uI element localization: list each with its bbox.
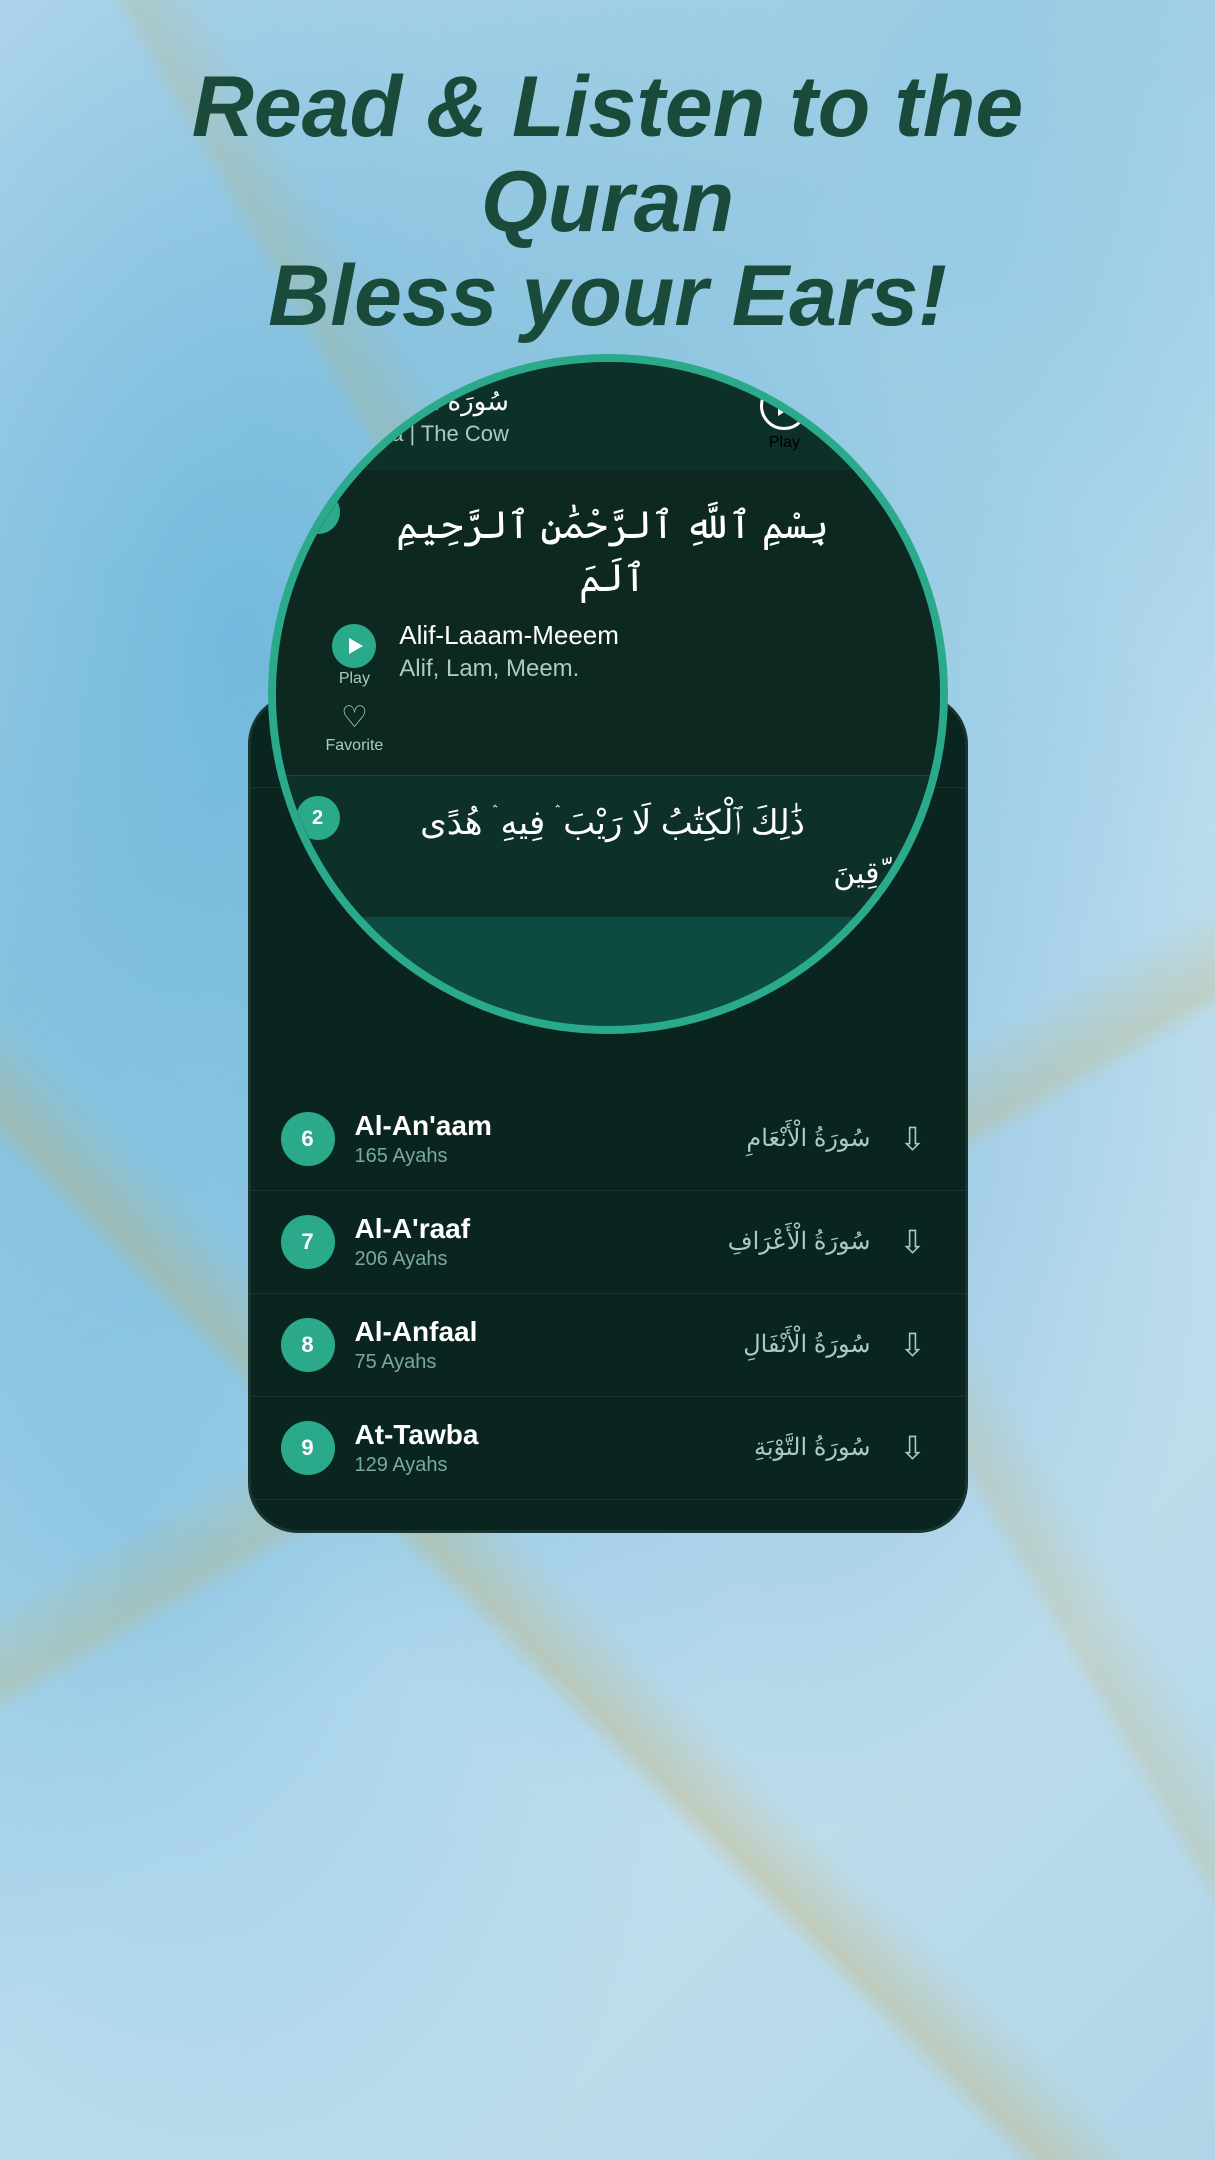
verse-1-transliteration: Alif-Laaam-Meeem — [399, 620, 909, 655]
verse-1-arabic: بِسْمِ ٱللَّهِ ٱلرَّحْمَٰنِ ٱلرَّحِيمِ ٱ… — [306, 490, 910, 616]
surah-6-name: Al-An'aam — [355, 1110, 747, 1142]
surah-header: سُورَةُ الْبَقَرَةِ Al-Baqara | The Cow … — [276, 362, 940, 470]
verse-1-number: 1 — [296, 490, 340, 534]
cloud-download-icon: ⇩ — [899, 1120, 926, 1158]
magnifier-circle: سُورَةُ الْبَقَرَةِ Al-Baqara | The Cow … — [268, 354, 948, 1034]
surah-6-ayahs: 165 Ayahs — [355, 1145, 747, 1168]
surah-8-ayahs: 75 Ayahs — [355, 1351, 744, 1374]
surah-item-6[interactable]: 6 Al-An'aam 165 Ayahs سُورَةُ الْأَنْعَا… — [251, 1088, 965, 1191]
cloud-download-icon: ⇩ — [899, 1429, 926, 1467]
verse-2-block: 2 ذَٰلِكَ ٱلْكِتَٰبُ لَا رَيْبَ ۛ فِيهِ … — [276, 776, 940, 917]
surah-8-download[interactable]: ⇩ — [891, 1323, 935, 1367]
verse-favorite-label: Favorite — [326, 737, 384, 755]
surah-9-number: 9 — [281, 1421, 335, 1475]
verse-favorite-button[interactable]: ♡ Favorite — [326, 700, 384, 755]
download-icon: ⇩ — [861, 388, 886, 423]
surah-7-number: 7 — [281, 1215, 335, 1269]
hero-title: Read & Listen to the Quran Bless your Ea… — [0, 60, 1215, 344]
verse-2-arabic: ذَٰلِكَ ٱلْكِتَٰبُ لَا رَيْبَ ۛ فِيهِ ۛ … — [306, 792, 910, 856]
surah-8-number: 8 — [281, 1318, 335, 1372]
verse-play-button[interactable]: Play — [326, 624, 384, 688]
surah-8-arabic: سُورَةُ الْأَنْفَالِ — [743, 1330, 870, 1359]
surah-arabic-title: سُورَةُ الْبَقَرَةِ — [306, 386, 509, 417]
verse-play-label: Play — [339, 670, 370, 688]
surah-7-download[interactable]: ⇩ — [891, 1220, 935, 1264]
surah-8-name: Al-Anfaal — [355, 1316, 744, 1348]
surah-7-arabic: سُورَةُ الْأَعْرَافِ — [728, 1227, 871, 1256]
verse-1-translation: Alif, Lam, Meem. — [399, 655, 909, 683]
surah-subtitle: Al-Baqara | The Cow — [306, 421, 509, 447]
surah-6-download[interactable]: ⇩ — [891, 1117, 935, 1161]
cloud-download-icon: ⇩ — [899, 1326, 926, 1364]
surah-6-number: 6 — [281, 1112, 335, 1166]
verse-1-block: 1 بِسْمِ ٱللَّهِ ٱلرَّحْمَٰنِ ٱلرَّحِيمِ… — [276, 470, 940, 776]
surah-list: 6 Al-An'aam 165 Ayahs سُورَةُ الْأَنْعَا… — [251, 1088, 965, 1500]
surah-item-8[interactable]: 8 Al-Anfaal 75 Ayahs سُورَةُ الْأَنْفَال… — [251, 1294, 965, 1397]
download-action[interactable]: ⇩ Download — [838, 388, 909, 445]
surah-item-9[interactable]: 9 At-Tawba 129 Ayahs سُورَةُ التَّوْبَةِ… — [251, 1397, 965, 1500]
play-action[interactable]: Play — [760, 382, 808, 452]
surah-9-ayahs: 129 Ayahs — [355, 1454, 754, 1477]
verse-2-arabic-cont: ّقِينَ — [833, 857, 879, 890]
surah-9-download[interactable]: ⇩ — [891, 1426, 935, 1470]
surah-7-ayahs: 206 Ayahs — [355, 1248, 728, 1271]
cloud-download-icon: ⇩ — [899, 1223, 926, 1261]
app-mockup: سُورَةُ الْبَقَرَةِ Al-Baqara | The Cow … — [233, 394, 983, 1533]
surah-9-name: At-Tawba — [355, 1419, 754, 1451]
play-label: Play — [769, 434, 800, 452]
surah-9-arabic: سُورَةُ التَّوْبَةِ — [754, 1433, 871, 1462]
heart-icon: ♡ — [341, 700, 368, 735]
surah-6-arabic: سُورَةُ الْأَنْعَامِ — [746, 1124, 870, 1153]
surah-7-name: Al-A'raaf — [355, 1213, 728, 1245]
surah-item-7[interactable]: 7 Al-A'raaf 206 Ayahs سُورَةُ الْأَعْرَا… — [251, 1191, 965, 1294]
download-label: Download — [838, 427, 909, 445]
